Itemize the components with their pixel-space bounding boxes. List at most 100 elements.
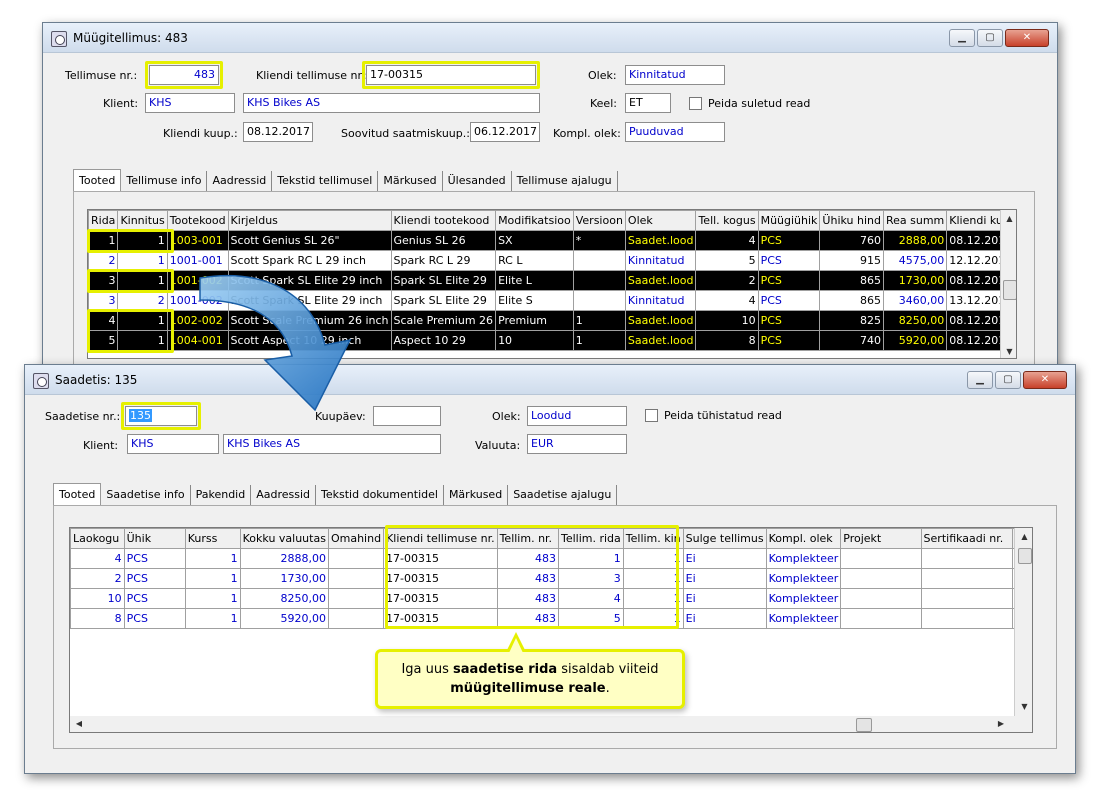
- cell-status[interactable]: Kinnitatud: [624, 290, 697, 311]
- client-code-field[interactable]: KHS: [145, 93, 235, 113]
- scroll-down-icon[interactable]: ▼: [1001, 347, 1016, 356]
- cell-cert[interactable]: [920, 568, 1013, 589]
- column-header[interactable]: Ühik: [123, 528, 186, 549]
- cell-rate[interactable]: 1: [184, 568, 241, 589]
- cell-sum[interactable]: 5920,00: [882, 330, 948, 351]
- cell-cert[interactable]: [920, 588, 1013, 609]
- cell-kit[interactable]: Komplekteer: [765, 588, 842, 609]
- cell-cert[interactable]: [920, 608, 1013, 629]
- cell-unit[interactable]: PCS: [757, 270, 821, 291]
- cell-total[interactable]: 2888,00: [239, 548, 329, 569]
- cell-sum[interactable]: 3460,00: [882, 290, 948, 311]
- close-button[interactable]: ✕: [1023, 371, 1067, 389]
- cell-status[interactable]: Saadet.lood: [624, 310, 697, 331]
- shipment-client-name-field[interactable]: KHS Bikes AS: [223, 434, 441, 454]
- scroll-thumb[interactable]: [1003, 280, 1016, 300]
- language-field[interactable]: ET: [625, 93, 671, 113]
- cell-mod[interactable]: Premium: [495, 310, 574, 331]
- shipment-client-code-field[interactable]: KHS: [127, 434, 219, 454]
- cell-kit[interactable]: Komplekteer: [765, 568, 842, 589]
- tab-saadetise-info[interactable]: Saadetise info: [101, 485, 191, 505]
- cell-qty[interactable]: 4: [70, 548, 125, 569]
- cell-sum[interactable]: 2888,00: [882, 230, 948, 251]
- cell-unit[interactable]: PCS: [757, 250, 821, 271]
- cell-ver[interactable]: [572, 270, 626, 291]
- tab-tekstid-dokumentidel[interactable]: Tekstid dokumentidel: [316, 485, 444, 505]
- tab-tooted[interactable]: Tooted: [73, 169, 122, 191]
- shipment-grid-scrollbar[interactable]: ▲ ▼: [1014, 528, 1032, 716]
- cell-cost[interactable]: [327, 588, 385, 609]
- maximize-button[interactable]: ▢: [995, 371, 1021, 389]
- scroll-up-icon[interactable]: ▲: [1015, 532, 1032, 541]
- cell-qty[interactable]: 8: [70, 608, 125, 629]
- cell-cost[interactable]: [327, 568, 385, 589]
- cell-qty[interactable]: 10: [70, 588, 125, 609]
- column-header[interactable]: Sertifikaadi nr.: [920, 528, 1013, 549]
- tab-tekstid-tellimusel[interactable]: Tekstid tellimusel: [272, 171, 379, 191]
- column-header[interactable]: Tootekood: [166, 210, 229, 231]
- client-date-field[interactable]: 08.12.2017: [243, 122, 313, 142]
- cell-sum[interactable]: 1730,00: [882, 270, 948, 291]
- cell-price[interactable]: 740: [819, 330, 884, 351]
- cell-price[interactable]: 760: [819, 230, 884, 251]
- cell-kinnitus[interactable]: 1: [117, 250, 168, 271]
- cell-ver[interactable]: [572, 290, 626, 311]
- cell-total[interactable]: 5920,00: [239, 608, 329, 629]
- column-header[interactable]: Rida: [88, 210, 119, 231]
- column-header[interactable]: Versioon: [572, 210, 626, 231]
- tab-tellimuse-info[interactable]: Tellimuse info: [121, 171, 208, 191]
- cell-status[interactable]: Kinnitatud: [624, 250, 697, 271]
- hide-cancelled-checkbox[interactable]: [645, 409, 658, 422]
- cell-unit[interactable]: PCS: [757, 290, 821, 311]
- cell-project[interactable]: [840, 548, 922, 569]
- shipment-status-field[interactable]: Loodud: [527, 406, 627, 426]
- cell-rida[interactable]: 2: [88, 250, 119, 271]
- cell-price[interactable]: 865: [819, 290, 884, 311]
- cell-unit[interactable]: PCS: [123, 568, 186, 589]
- cell-project[interactable]: [840, 568, 922, 589]
- desired-ship-field[interactable]: 06.12.2017: [470, 122, 540, 142]
- tab-markused[interactable]: Märkused: [444, 485, 509, 505]
- column-header[interactable]: Kompl. olek: [765, 528, 842, 549]
- cell-rida[interactable]: 3: [88, 290, 119, 311]
- minimize-button[interactable]: ▁: [967, 371, 993, 389]
- table-row[interactable]: 1 1 1003-001 Scott Genius SL 26" Genius SL 2…: [88, 230, 1016, 251]
- cell-rate[interactable]: 1: [184, 548, 241, 569]
- hscroll-thumb[interactable]: [856, 718, 872, 732]
- column-header[interactable]: Tell. kogus: [695, 210, 759, 231]
- cell-project[interactable]: [840, 608, 922, 629]
- cell-close[interactable]: Ei: [682, 568, 767, 589]
- cell-rate[interactable]: 1: [184, 588, 241, 609]
- column-header[interactable]: Sulge tellimus: [682, 528, 767, 549]
- order-grid-scrollbar[interactable]: ▲ ▼: [1000, 210, 1016, 358]
- column-header[interactable]: Projekt: [840, 528, 922, 549]
- cell-qty[interactable]: 4: [695, 290, 759, 311]
- cell-ver[interactable]: [572, 250, 626, 271]
- cell-desc[interactable]: Scott Genius SL 26": [227, 230, 392, 251]
- scroll-down-icon[interactable]: ▼: [1015, 702, 1032, 711]
- cell-project[interactable]: [840, 588, 922, 609]
- cell-client_code[interactable]: Scale Premium 26: [390, 310, 497, 331]
- status-field[interactable]: Kinnitatud: [625, 65, 725, 85]
- cell-cost[interactable]: [327, 548, 385, 569]
- cell-ver[interactable]: 1: [572, 310, 626, 331]
- cell-kit[interactable]: Komplekteer: [765, 608, 842, 629]
- column-header[interactable]: Müügiühik: [757, 210, 821, 231]
- cell-unit[interactable]: PCS: [757, 330, 821, 351]
- column-header[interactable]: Kirjeldus: [227, 210, 392, 231]
- cell-status[interactable]: Saadet.lood: [624, 330, 697, 351]
- cell-close[interactable]: Ei: [682, 608, 767, 629]
- cell-cost[interactable]: [327, 608, 385, 629]
- tab-tooted[interactable]: Tooted: [53, 483, 102, 505]
- cell-qty[interactable]: 2: [70, 568, 125, 589]
- column-header[interactable]: Olek: [624, 210, 697, 231]
- cell-qty[interactable]: 8: [695, 330, 759, 351]
- cell-unit[interactable]: PCS: [757, 310, 821, 331]
- column-header[interactable]: Kokku valuutas: [239, 528, 329, 549]
- client-name-field[interactable]: KHS Bikes AS: [243, 93, 540, 113]
- tab-aadressid[interactable]: Aadressid: [251, 485, 317, 505]
- scroll-right-icon[interactable]: ▶: [996, 719, 1006, 728]
- minimize-button[interactable]: ▁: [949, 29, 975, 47]
- cell-unit[interactable]: PCS: [123, 608, 186, 629]
- cell-ver[interactable]: 1: [572, 330, 626, 351]
